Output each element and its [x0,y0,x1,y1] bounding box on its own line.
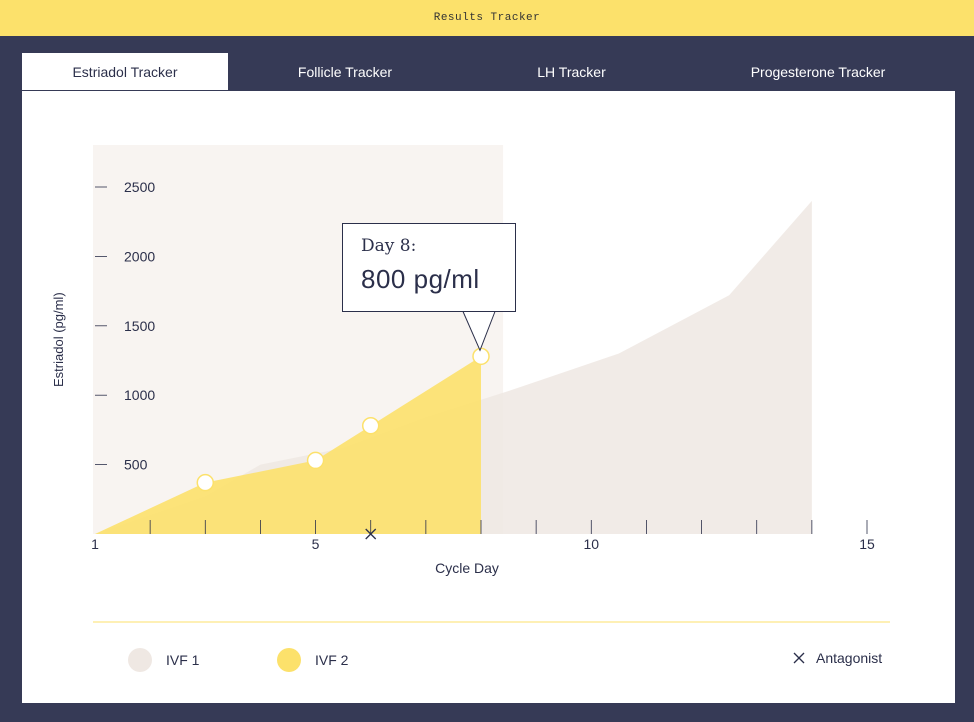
tab-follicle-tracker[interactable]: Follicle Tracker [228,53,462,91]
y-axis-label: Estriadol (pg/ml) [51,292,66,387]
legend-swatch-ivf2 [277,648,301,672]
legend-item-ivf2[interactable]: IVF 2 [277,648,348,672]
estriadol-chart: 50010001500200025001 5 10 15Cycle DayEstria… [51,145,890,623]
y-tick-label-2000: 2000 [124,248,155,264]
data-point-marker-1 [196,473,215,492]
tab-progesterone-tracker[interactable]: Progesterone Tracker [681,53,955,91]
data-point-marker-4 [472,347,490,366]
legend-item-ivf1[interactable]: IVF 1 [128,648,199,672]
y-tick-label-1500: 1500 [124,318,155,334]
y-tick-label-500: 500 [124,457,148,473]
x-tick-label-10: 10 [583,536,599,552]
data-point-marker-3 [361,416,380,435]
app-title: Results Tracker [433,12,541,24]
legend-item-antagonist[interactable]: Antagonist [792,650,882,666]
tab-lh-tracker[interactable]: LH Tracker [462,53,681,91]
y-tick-label-2500: 2500 [124,179,155,195]
x-axis-label: Cycle Day [435,560,499,576]
legend-swatch-ivf1 [128,648,152,672]
x-tick-label-1: 1 [91,536,99,552]
data-point-marker-2 [306,451,325,470]
x-tick-label-15: 15 [859,536,875,552]
tracker-tabs: Estriadol Tracker Follicle Tracker LH Tr… [22,53,955,91]
y-tick-label-1000: 1000 [124,387,155,403]
app-title-bar: Results Tracker [0,0,974,36]
tooltip-value-label: 800 pg/ml [361,264,480,294]
legend-label-ivf2: IVF 2 [315,652,349,668]
chart-panel: 500 1000 1500 2000 2500 1 5 10 15 Cycle Day Estria… [22,91,955,703]
tooltip-day-label: Day 8: [361,236,417,256]
antagonist-x-icon [793,652,805,664]
data-tooltip: Day 8: 800 pg/ml [342,223,516,312]
x-tick-label-5: 5 [312,536,320,552]
tab-estriadol-tracker[interactable]: Estriadol Tracker [22,53,228,91]
legend-label-antagonist: Antagonist [816,650,883,666]
legend-label-ivf1: IVF 1 [166,652,200,668]
